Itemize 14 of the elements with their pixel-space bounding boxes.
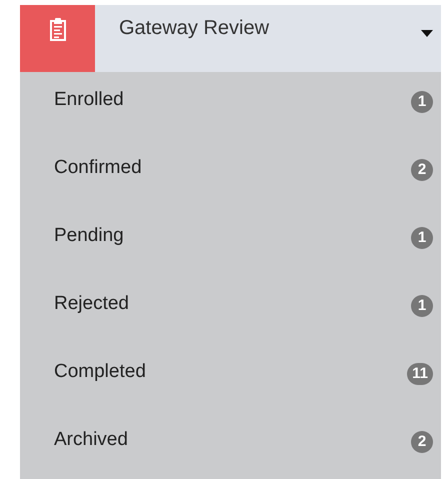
menu-item[interactable]: Pending 1 bbox=[20, 208, 441, 276]
count-badge: 1 bbox=[411, 227, 433, 249]
menu-item[interactable]: Rejected 1 bbox=[20, 276, 441, 344]
count-badge: 2 bbox=[411, 431, 433, 453]
count-badge: 11 bbox=[407, 363, 433, 385]
count-badge: 2 bbox=[411, 159, 433, 181]
count-badge: 1 bbox=[411, 295, 433, 317]
menu-item[interactable]: Confirmed 2 bbox=[20, 140, 441, 208]
menu-item[interactable]: Completed 11 bbox=[20, 344, 441, 412]
count-badge: 1 bbox=[411, 91, 433, 113]
caret-icon bbox=[421, 30, 433, 37]
menu-item[interactable]: Archived 2 bbox=[20, 412, 441, 479]
clipboard-icon bbox=[48, 17, 66, 41]
menu-item[interactable]: Enrolled 1 bbox=[20, 72, 441, 140]
